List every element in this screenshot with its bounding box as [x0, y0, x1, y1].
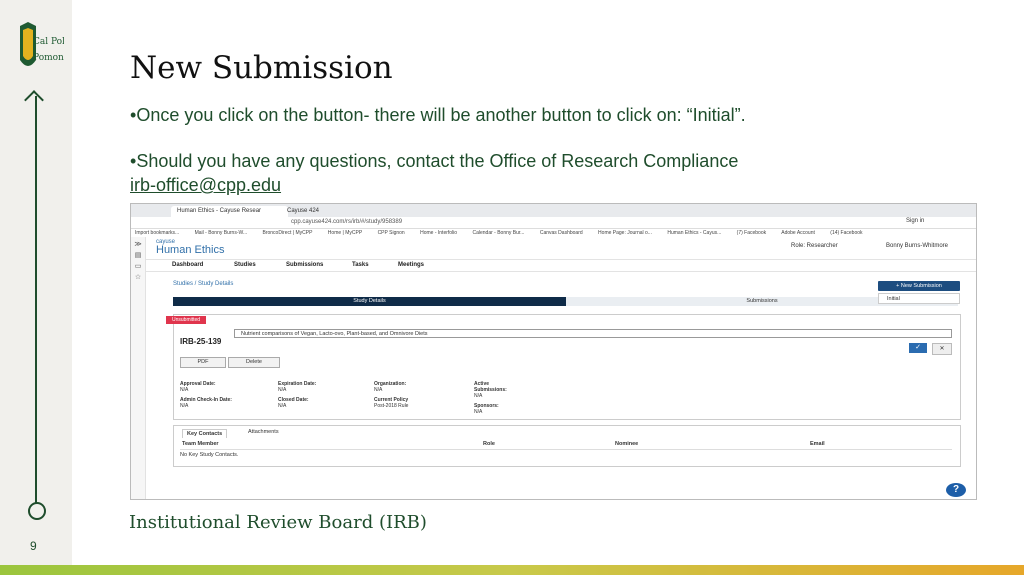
current-policy-field: Current Policy Post-2018 Rule [374, 397, 409, 409]
embedded-screenshot: Human Ethics - Cayuse Resear Cayuse 424 … [130, 203, 977, 500]
footer-text: Institutional Review Board (IRB) [129, 512, 427, 533]
nav-studies[interactable]: Studies [234, 262, 256, 268]
bookmark-item[interactable]: Home - Interfolio [420, 230, 457, 236]
organization-field: Organization: N/A [374, 381, 407, 393]
browser-tab-cayuse-424[interactable]: Cayuse 424 [281, 206, 325, 217]
nav-tasks[interactable]: Tasks [352, 262, 369, 268]
bookmark-item[interactable]: Calendar - Bonny Bur... [472, 230, 524, 236]
app-header: cayuse Human Ethics Role: Researcher Bonn… [146, 237, 976, 260]
admin-checkin-field: Admin Check-In Date: N/A [180, 397, 232, 409]
svg-text:Cal Poly: Cal Poly [33, 37, 64, 47]
document-icon[interactable]: ▭ [131, 262, 145, 270]
main-nav: Dashboard Studies Submissions Tasks Meet… [146, 260, 976, 272]
study-title-input[interactable]: Nutrient comparisons of Vegan, Lacto-ovo… [234, 329, 952, 338]
nav-meetings[interactable]: Meetings [398, 262, 424, 268]
tab-study-details[interactable]: Study Details [173, 297, 566, 306]
bookmark-item[interactable]: Mail - Bonny Burns-W... [195, 230, 248, 236]
help-icon[interactable]: ? [946, 483, 966, 497]
bookmark-item[interactable]: (7) Facebook [737, 230, 766, 236]
closed-date-field: Closed Date: N/A [278, 397, 309, 409]
cayuse-logo[interactable]: cayuse Human Ethics [156, 239, 224, 256]
bookmark-item[interactable]: CPP Signon [378, 230, 405, 236]
tab-key-contacts[interactable]: Key Contacts [182, 429, 228, 438]
page-title: New Submission [130, 50, 393, 86]
bookmark-item[interactable]: (14) Facebook [830, 230, 862, 236]
user-menu[interactable]: Bonny Burns-Whitmore [886, 243, 948, 249]
bottom-accent-bar [0, 565, 1024, 575]
left-rail: ≫ ▤ ▭ ☆ [131, 237, 146, 499]
role-selector[interactable]: Role: Researcher [791, 243, 838, 249]
col-nominee: Nominee [615, 441, 639, 447]
url-text: cpp.cayuse424.com/rs/irb/#/study/958389 [291, 219, 403, 225]
bookmark-item[interactable]: Import bookmarks... [135, 230, 179, 236]
tab-attachments[interactable]: Attachments [248, 429, 279, 435]
col-email: Email [810, 441, 825, 447]
sponsors-field: Sponsors: N/A [474, 403, 499, 415]
browser-tab-bar: Human Ethics - Cayuse Resear Cayuse 424 [131, 204, 976, 217]
new-submission-button[interactable]: + New Submission [878, 281, 960, 291]
status-badge: Unsubmitted [166, 316, 207, 324]
nav-submissions[interactable]: Submissions [286, 262, 323, 268]
nav-dashboard[interactable]: Dashboard [172, 262, 203, 268]
breadcrumb[interactable]: Studies / Study Details [173, 281, 233, 287]
bookmark-item[interactable]: Home | MyCPP [328, 230, 362, 236]
table-row: No Key Study Contacts. [180, 452, 239, 458]
chart-icon[interactable]: ▤ [131, 251, 145, 259]
page-number: 9 [30, 539, 37, 553]
initial-option[interactable]: Initial [878, 293, 960, 304]
bookmark-item[interactable]: Home Page: Journal o... [598, 230, 652, 236]
active-submissions-field: Active Submissions: N/A [474, 381, 507, 399]
bookmark-item[interactable]: BroncoDirect | MyCPP [262, 230, 312, 236]
study-card: Unsubmitted Nutrient comparisons of Vega… [166, 314, 961, 420]
col-role: Role [483, 441, 495, 447]
email-link[interactable]: irb-office@cpp.edu [130, 175, 281, 196]
bookmark-item[interactable]: Canvas Dashboard [540, 230, 583, 236]
sign-in-button[interactable]: Sign in [906, 218, 924, 224]
timeline-line [35, 96, 37, 504]
svg-text:Pomona: Pomona [33, 53, 64, 63]
address-bar[interactable]: cpp.cayuse424.com/rs/irb/#/study/958389 … [131, 217, 976, 229]
contacts-table-header: Team Member Role Nominee Email [180, 440, 952, 450]
collapse-icon[interactable]: ≫ [131, 240, 145, 248]
study-tabs: Study Details Submissions [173, 297, 958, 306]
confirm-button[interactable]: ✓ [909, 343, 927, 353]
contacts-panel: Key Contacts Attachments Team Member Rol… [173, 425, 961, 467]
irb-number: IRB-25-139 [180, 337, 222, 346]
approval-date-field: Approval Date: N/A [180, 381, 216, 393]
cal-poly-pomona-logo: Cal Poly Pomona [20, 22, 64, 66]
star-icon[interactable]: ☆ [131, 273, 145, 281]
bookmark-item[interactable]: Adobe Account [781, 230, 815, 236]
bullet-1: •Once you click on the button- there wil… [130, 105, 746, 125]
cancel-button[interactable]: ✕ [932, 343, 952, 355]
expiration-date-field: Expiration Date: N/A [278, 381, 317, 393]
col-team-member: Team Member [182, 441, 219, 447]
timeline-end-circle [28, 502, 46, 520]
bookmark-item[interactable]: Human Ethics - Cayus... [667, 230, 721, 236]
pdf-button[interactable]: PDF [180, 357, 226, 368]
bullet-2: •Should you have any questions, contact … [130, 151, 739, 171]
delete-button[interactable]: Delete [228, 357, 280, 368]
browser-tab-human-ethics[interactable]: Human Ethics - Cayuse Resear [171, 206, 288, 217]
